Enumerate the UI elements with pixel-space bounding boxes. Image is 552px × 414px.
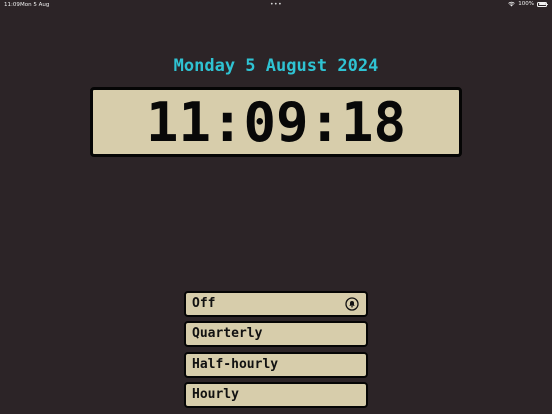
chime-option-label: Hourly bbox=[192, 386, 239, 402]
chime-option-label: Quarterly bbox=[192, 326, 263, 342]
chime-option-label: Off bbox=[192, 296, 216, 311]
clock-display: 11:09:18 bbox=[90, 87, 462, 157]
clock-time: 11:09:18 bbox=[145, 90, 407, 154]
status-date: Mon 5 Aug bbox=[20, 1, 50, 8]
chime-option-hourly[interactable]: Hourly bbox=[184, 381, 368, 408]
multitasking-dots[interactable]: ••• bbox=[270, 1, 282, 8]
battery-percentage: 100% bbox=[518, 1, 534, 7]
date-heading: Monday 5 August 2024 bbox=[173, 56, 379, 76]
bell-icon bbox=[345, 297, 359, 311]
chime-option-off[interactable]: Off bbox=[184, 291, 368, 317]
chime-options: Off Quarterly Half-hourly Hourly bbox=[184, 291, 368, 412]
chime-option-label: Half-hourly bbox=[192, 356, 279, 372]
status-indicators: 100% bbox=[508, 1, 548, 7]
wifi-icon bbox=[508, 1, 516, 7]
status-bar: 11:09 Mon 5 Aug ••• 100% bbox=[0, 0, 552, 10]
status-time: 11:09 bbox=[4, 1, 20, 8]
battery-icon bbox=[537, 1, 548, 7]
chime-option-quarterly[interactable]: Quarterly bbox=[184, 321, 368, 348]
chime-option-half-hourly[interactable]: Half-hourly bbox=[184, 351, 368, 378]
